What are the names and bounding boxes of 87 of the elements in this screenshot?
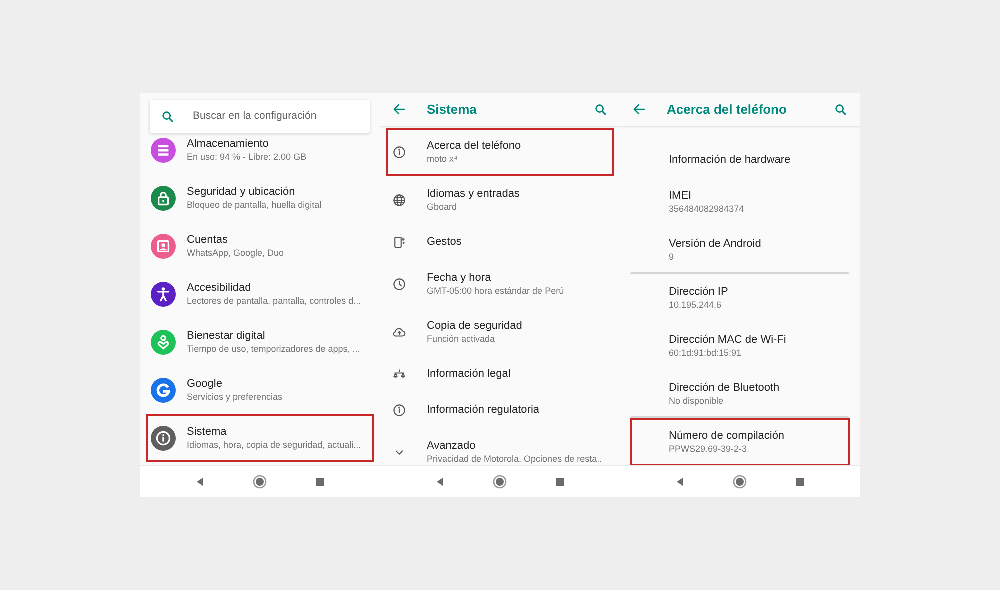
storage-icon <box>151 138 176 162</box>
item-title: Dirección de Bluetooth <box>669 381 780 395</box>
item-subtitle: 356484082984374 <box>669 203 744 215</box>
item-title: Información legal <box>427 367 511 381</box>
item-title: Número de compilación <box>669 429 785 443</box>
recents-icon[interactable] <box>314 476 326 488</box>
item-title: Seguridad y ubicación <box>187 185 296 199</box>
home-icon[interactable] <box>252 474 268 490</box>
back-arrow-icon[interactable] <box>632 102 647 117</box>
item-subtitle: 9 <box>669 251 676 263</box>
search-icon <box>161 110 175 124</box>
item-subtitle: GMT-05:00 hora estándar de Perú <box>427 285 564 297</box>
settings-item[interactable]: Avanzado Privacidad de Motorola, Opciones de resta.. <box>386 428 614 465</box>
item-title: Información regulatoria <box>427 403 540 417</box>
settings-item[interactable]: Copia de seguridad Función activada <box>386 308 614 356</box>
item-title: Google <box>187 377 224 391</box>
item-subtitle: Idiomas, hora, copia de seguridad, actuali... <box>187 439 362 451</box>
settings-item[interactable]: Versión de Android 9 <box>630 226 850 274</box>
settings-item[interactable]: Fecha y hora GMT-05:00 hora estándar de Perú <box>386 260 614 308</box>
globe-icon <box>392 192 407 208</box>
search-input[interactable]: Buscar en la configuración <box>193 108 359 124</box>
settings-item[interactable]: Información legal <box>386 356 614 392</box>
home-icon[interactable] <box>492 474 508 490</box>
settings-item[interactable]: Sistema Idiomas, hora, copia de seguridad, actuali... <box>146 414 374 462</box>
item-title: Fecha y hora <box>427 271 492 285</box>
info-icon <box>392 144 407 160</box>
item-subtitle: WhatsApp, Google, Duo <box>187 247 284 259</box>
item-title: Sistema <box>187 425 228 439</box>
item-title: Almacenamiento <box>187 137 270 151</box>
recents-icon[interactable] <box>794 476 806 488</box>
item-title: Copia de seguridad <box>427 319 522 333</box>
item-title: Bienestar digital <box>187 329 266 343</box>
google-g-icon <box>151 378 176 402</box>
item-subtitle: 10.195.244.6 <box>669 299 723 311</box>
heart-person-icon <box>151 330 176 354</box>
settings-item[interactable]: IMEI 356484082984374 <box>630 178 850 226</box>
item-title: Información de hardware <box>669 153 791 167</box>
settings-item[interactable]: Gestos <box>386 224 614 260</box>
search-icon[interactable] <box>834 102 848 116</box>
search-icon[interactable] <box>594 102 608 116</box>
settings-item[interactable]: Google Servicios y preferencias <box>146 366 374 414</box>
item-subtitle: moto x⁴ <box>427 153 459 165</box>
screen-title: Acerca del teléfono <box>667 100 788 119</box>
phone-sparkle-icon <box>392 234 407 250</box>
settings-item[interactable]: Bienestar digital Tiempo de uso, temporizadores de apps, ... <box>146 318 374 366</box>
item-title: Cuentas <box>187 233 229 247</box>
account-icon <box>151 234 176 258</box>
accessibility-icon <box>151 282 176 306</box>
screen-title: Sistema <box>427 100 478 119</box>
item-title: Dirección MAC de Wi-Fi <box>669 333 786 347</box>
item-subtitle: Función activada <box>427 333 496 345</box>
recents-icon[interactable] <box>554 476 566 488</box>
item-title: Acerca del teléfono <box>427 139 522 153</box>
home-icon[interactable] <box>732 474 748 490</box>
back-arrow-icon[interactable] <box>392 102 407 117</box>
search-field[interactable]: Buscar en la configuración <box>150 100 370 133</box>
item-subtitle: Lectores de pantalla, pantalla, controles d... <box>187 295 362 307</box>
settings-item[interactable]: Cuentas WhatsApp, Google, Duo <box>146 222 374 270</box>
item-title: Dirección IP <box>669 285 728 299</box>
lock-icon <box>151 186 176 210</box>
item-subtitle: Gboard <box>427 201 458 213</box>
item-title: IMEI <box>669 189 693 203</box>
item-subtitle: Bloqueo de pantalla, huella digital <box>187 199 322 211</box>
item-title: Idiomas y entradas <box>427 187 520 201</box>
settings-item[interactable]: Acerca del teléfono moto x⁴ <box>386 128 614 176</box>
settings-item[interactable]: Información regulatoria <box>386 392 614 428</box>
info-icon <box>151 426 176 450</box>
clock-icon <box>392 276 407 292</box>
info-icon <box>392 402 407 418</box>
settings-item[interactable]: Dirección de Bluetooth No disponible <box>630 370 850 418</box>
item-title: Versión de Android <box>669 237 762 251</box>
item-subtitle: Tiempo de uso, temporizadores de apps, ... <box>187 343 360 355</box>
settings-item[interactable]: Información de hardware <box>630 142 850 178</box>
item-subtitle: No disponible <box>669 395 725 407</box>
item-subtitle: En uso: 94 % - Libre: 2.00 GB <box>187 151 307 163</box>
item-title: Accesibilidad <box>187 281 252 295</box>
item-subtitle: 60:1d:91:bd:15:91 <box>669 347 743 359</box>
settings-item[interactable]: Dirección IP 10.195.244.6 <box>630 274 850 322</box>
item-title: Gestos <box>427 235 462 249</box>
item-title: Avanzado <box>427 439 477 453</box>
settings-item[interactable]: Accesibilidad Lectores de pantalla, pantalla, controles d... <box>146 270 374 318</box>
settings-item[interactable]: Dirección MAC de Wi-Fi 60:1d:91:bd:15:91 <box>630 322 850 370</box>
item-subtitle: Privacidad de Motorola, Opciones de resta.. <box>427 453 602 465</box>
item-subtitle: Servicios y preferencias <box>187 391 283 403</box>
settings-item[interactable]: Idiomas y entradas Gboard <box>386 176 614 224</box>
item-subtitle: PPWS29.69-39-2-3 <box>669 443 748 455</box>
settings-item[interactable]: Seguridad y ubicación Bloqueo de pantalla, huella digital <box>146 174 374 222</box>
